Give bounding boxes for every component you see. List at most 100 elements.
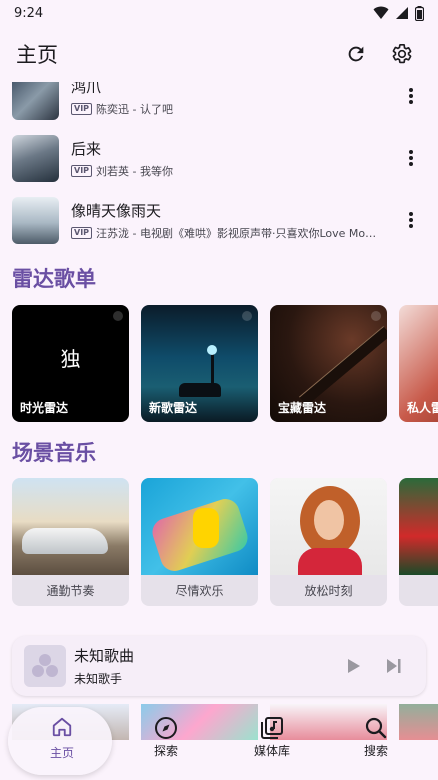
scene-card-label: 通勤节奏 bbox=[46, 584, 95, 598]
radar-card-label: 时光雷达 bbox=[20, 401, 69, 415]
nav-item-search[interactable]: 搜索 bbox=[336, 716, 416, 759]
scene-cover bbox=[399, 478, 438, 575]
song-more-button[interactable] bbox=[396, 150, 426, 166]
song-row[interactable]: 像晴天像雨天 VIP 汪苏泷 - 电视剧《难哄》影视原声带·只喜欢你Love M… bbox=[0, 189, 438, 251]
song-more-button[interactable] bbox=[396, 88, 426, 104]
nav-item-library[interactable]: 媒体库 bbox=[232, 716, 312, 759]
vip-badge: VIP bbox=[71, 164, 93, 177]
refresh-icon bbox=[348, 46, 364, 62]
song-subtitle: VIP 汪苏泷 - 电视剧《难哄》影视原声带·只喜欢你Love Mo… bbox=[71, 225, 396, 241]
song-info: 像晴天像雨天 VIP 汪苏泷 - 电视剧《难哄》影视原声带·只喜欢你Love M… bbox=[71, 200, 396, 241]
mini-player-info: 未知歌曲 未知歌手 bbox=[74, 645, 334, 687]
nav-label-library: 媒体库 bbox=[253, 744, 290, 758]
play-icon bbox=[348, 659, 360, 673]
next-button[interactable] bbox=[374, 646, 414, 686]
radar-card-row[interactable]: 独 时光雷达 新歌雷达 宝藏雷达 私人雷达 bbox=[12, 305, 438, 422]
song-cover bbox=[12, 196, 59, 244]
song-artist-album: 汪苏泷 - 电视剧《难哄》影视原声带·只喜欢你Love Mo… bbox=[96, 226, 377, 240]
radar-card[interactable]: 新歌雷达 bbox=[141, 305, 258, 422]
song-cover bbox=[12, 134, 59, 182]
more-vert-icon bbox=[409, 150, 413, 166]
song-row[interactable]: 后来 VIP 刘若英 - 我等你 bbox=[0, 127, 438, 189]
skip-next-icon bbox=[387, 659, 401, 673]
song-subtitle: VIP 陈奕迅 - 认了吧 bbox=[71, 101, 396, 117]
bottom-nav: 主页 探索 媒体库 搜索 bbox=[0, 702, 438, 780]
home-icon bbox=[52, 717, 72, 737]
mini-player[interactable]: 未知歌曲 未知歌手 bbox=[12, 636, 426, 696]
light-glow bbox=[207, 345, 217, 355]
face-image bbox=[314, 500, 344, 540]
scene-card-label: 放松时刻 bbox=[304, 584, 353, 598]
home-content[interactable]: 鸿爪 VIP 陈奕迅 - 认了吧 后来 VIP 刘若英 - 我等你 像晴天像雨天… bbox=[0, 82, 438, 702]
settings-button[interactable] bbox=[382, 34, 422, 74]
person-image bbox=[193, 508, 219, 548]
scene-card-row[interactable]: 通勤节奏 尽情欢乐 放松时刻 激 bbox=[12, 478, 438, 606]
radar-card[interactable]: 宝藏雷达 bbox=[270, 305, 387, 422]
song-subtitle: VIP 刘若英 - 我等你 bbox=[71, 163, 396, 179]
more-vert-icon bbox=[409, 88, 413, 104]
radar-badge bbox=[371, 311, 381, 321]
scene-cover bbox=[270, 478, 387, 575]
status-bar: 9:24 bbox=[0, 0, 438, 26]
nav-item-home[interactable]: 主页 bbox=[22, 716, 102, 761]
radar-badge bbox=[113, 311, 123, 321]
song-list: 鸿爪 VIP 陈奕迅 - 认了吧 后来 VIP 刘若英 - 我等你 像晴天像雨天… bbox=[0, 82, 438, 251]
play-button[interactable] bbox=[334, 646, 374, 686]
mini-player-artist: 未知歌手 bbox=[74, 672, 123, 686]
nav-label-home: 主页 bbox=[49, 746, 74, 760]
gear-icon bbox=[392, 44, 412, 64]
scene-cover bbox=[141, 478, 258, 575]
radar-card-label: 宝藏雷达 bbox=[278, 401, 327, 415]
wifi-icon bbox=[373, 6, 389, 19]
scene-section-title: 场景音乐 bbox=[12, 441, 96, 465]
radar-card[interactable]: 私人雷达 bbox=[399, 305, 438, 422]
song-artist-album: 陈奕迅 - 认了吧 bbox=[96, 102, 173, 116]
guitar-neck-image bbox=[299, 326, 387, 406]
song-more-button[interactable] bbox=[396, 212, 426, 228]
mini-player-title: 未知歌曲 bbox=[74, 647, 135, 665]
status-icons bbox=[373, 5, 424, 21]
vip-badge: VIP bbox=[71, 226, 93, 239]
radar-card-label: 新歌雷达 bbox=[149, 401, 198, 415]
radar-section-title: 雷达歌单 bbox=[12, 267, 96, 291]
song-info: 后来 VIP 刘若英 - 我等你 bbox=[71, 138, 396, 179]
music-placeholder-icon bbox=[32, 654, 58, 677]
song-title: 鸿爪 bbox=[71, 82, 102, 96]
scene-card-label: 激 bbox=[399, 575, 438, 606]
radar-card[interactable]: 独 时光雷达 bbox=[12, 305, 129, 422]
library-icon bbox=[261, 717, 283, 739]
song-title: 像晴天像雨天 bbox=[71, 201, 162, 220]
signal-icon bbox=[396, 7, 408, 19]
scene-card[interactable]: 激 bbox=[399, 478, 438, 606]
nav-label-explore: 探索 bbox=[153, 744, 178, 758]
song-artist-album: 刘若英 - 我等你 bbox=[96, 164, 173, 178]
car-image bbox=[179, 383, 221, 397]
compass-icon bbox=[155, 717, 177, 739]
car-image bbox=[22, 528, 108, 554]
song-row[interactable]: 鸿爪 VIP 陈奕迅 - 认了吧 bbox=[0, 82, 438, 127]
scene-card[interactable]: 放松时刻 bbox=[270, 478, 387, 606]
battery-icon bbox=[415, 5, 424, 21]
radar-card-label: 私人雷达 bbox=[407, 401, 438, 415]
scene-card[interactable]: 尽情欢乐 bbox=[141, 478, 258, 606]
vip-badge: VIP bbox=[71, 102, 93, 115]
radar-cover-text: 独 bbox=[60, 347, 81, 371]
song-title: 后来 bbox=[71, 139, 102, 158]
nav-item-explore[interactable]: 探索 bbox=[126, 716, 206, 759]
streetlight-image bbox=[211, 350, 214, 390]
shirt-image bbox=[298, 548, 362, 575]
refresh-button[interactable] bbox=[336, 34, 376, 74]
mini-player-art bbox=[24, 645, 66, 687]
app-bar: 主页 bbox=[0, 26, 438, 82]
song-cover bbox=[12, 82, 59, 120]
scene-card-label: 尽情欢乐 bbox=[175, 584, 224, 598]
status-time: 9:24 bbox=[14, 5, 44, 21]
radar-badge bbox=[242, 311, 252, 321]
search-icon bbox=[365, 717, 387, 739]
scene-card[interactable]: 通勤节奏 bbox=[12, 478, 129, 606]
nav-label-search: 搜索 bbox=[363, 744, 388, 758]
scene-cover bbox=[12, 478, 129, 575]
song-info: 鸿爪 VIP 陈奕迅 - 认了吧 bbox=[71, 82, 396, 117]
page-title: 主页 bbox=[16, 43, 58, 67]
more-vert-icon bbox=[409, 212, 413, 228]
